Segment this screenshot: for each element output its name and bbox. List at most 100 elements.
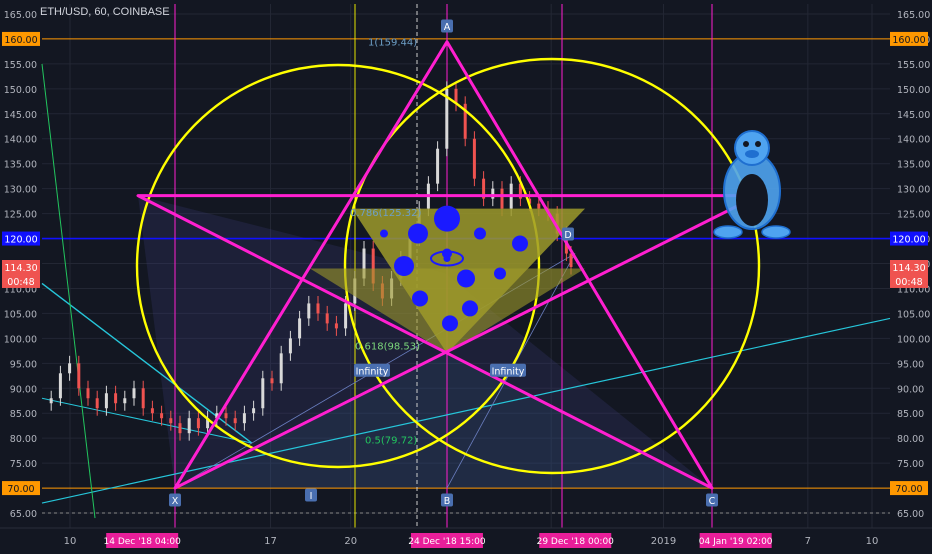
fib-label: 0.618(98.53) bbox=[355, 342, 420, 353]
candle-body bbox=[344, 303, 348, 329]
penguin-icon bbox=[755, 141, 761, 147]
candle-body bbox=[307, 303, 311, 319]
y-tick-label-left: 105.00 bbox=[4, 309, 37, 320]
y-tick-label-right: 130.00 bbox=[897, 185, 930, 196]
date-tag: 14 Dec '18 04:00 bbox=[104, 537, 182, 547]
point-label: C bbox=[709, 496, 716, 507]
fib-label: 1(159.44) bbox=[368, 38, 417, 49]
eye-dot bbox=[408, 223, 428, 244]
penguin-icon bbox=[743, 141, 749, 147]
candle-body bbox=[233, 418, 237, 424]
y-tick-label-left: 100.00 bbox=[4, 334, 37, 345]
penguin-icon bbox=[761, 225, 791, 239]
date-tag: 04 Jan '19 02:00 bbox=[699, 537, 773, 547]
y-tick-label-right: 150.00 bbox=[897, 85, 930, 96]
price-tag: 114.30 bbox=[892, 263, 925, 274]
price-tag: 114.30 bbox=[4, 263, 37, 274]
candle-body bbox=[49, 398, 53, 404]
price-tag: 160.00 bbox=[4, 35, 37, 46]
eye-dot bbox=[380, 229, 388, 238]
candle-body bbox=[95, 398, 99, 409]
y-tick-label-left: 165.00 bbox=[4, 10, 37, 21]
penguin-icon bbox=[736, 174, 768, 226]
candle-body bbox=[279, 353, 283, 384]
y-tick-label-left: 65.00 bbox=[10, 509, 37, 520]
point-label: Infinity bbox=[356, 366, 389, 377]
penguin-icon bbox=[745, 150, 759, 158]
eye-dot bbox=[512, 235, 528, 252]
y-tick-label-right: 75.00 bbox=[897, 459, 924, 470]
y-tick-label-right: 65.00 bbox=[897, 509, 924, 520]
candle-body bbox=[77, 363, 81, 389]
price-tag: 160.00 bbox=[892, 35, 925, 46]
y-tick-label-left: 150.00 bbox=[4, 85, 37, 96]
y-tick-label-right: 90.00 bbox=[897, 384, 924, 395]
y-tick-label-left: 135.00 bbox=[4, 160, 37, 171]
candle-body bbox=[298, 318, 302, 339]
eye-dot bbox=[412, 290, 428, 307]
candle-body bbox=[472, 138, 476, 179]
candle-body bbox=[224, 413, 228, 419]
candle-body bbox=[160, 413, 164, 419]
candle-body bbox=[169, 418, 173, 424]
candle-body bbox=[150, 408, 154, 414]
date-tag: 24 Dec '18 15:00 bbox=[408, 537, 486, 547]
y-tick-label-left: 75.00 bbox=[10, 459, 37, 470]
eye-dot bbox=[462, 300, 478, 317]
price-tag: 00:48 bbox=[7, 277, 34, 288]
point-label: Infinity bbox=[492, 366, 525, 377]
price-tag: 120.00 bbox=[4, 235, 37, 246]
eye-dot bbox=[394, 256, 414, 276]
y-tick-label-left: 90.00 bbox=[10, 384, 37, 395]
candle-body bbox=[68, 363, 72, 374]
candle-body bbox=[132, 388, 136, 399]
candle-body bbox=[325, 313, 329, 324]
candle-body bbox=[569, 253, 573, 267]
y-tick-label-right: 105.00 bbox=[897, 309, 930, 320]
candle-body bbox=[196, 418, 200, 429]
point-label: I bbox=[310, 491, 313, 502]
symbol-title: ETH/USD, 60, COINBASE bbox=[40, 6, 170, 18]
x-tick-label: 10 bbox=[866, 536, 879, 547]
candle-body bbox=[141, 388, 145, 409]
fib-label: 0.5(79.72) bbox=[365, 436, 417, 447]
y-tick-label-left: 155.00 bbox=[4, 60, 37, 71]
candle-body bbox=[316, 303, 320, 314]
y-tick-label-right: 155.00 bbox=[897, 60, 930, 71]
y-tick-label-left: 130.00 bbox=[4, 185, 37, 196]
candle-body bbox=[242, 413, 246, 424]
candle-body bbox=[114, 393, 118, 404]
price-tag: 70.00 bbox=[895, 484, 922, 495]
y-tick-label-right: 100.00 bbox=[897, 334, 930, 345]
candle-body bbox=[334, 323, 338, 329]
y-tick-label-left: 80.00 bbox=[10, 434, 37, 445]
y-tick-label-left: 145.00 bbox=[4, 110, 37, 121]
price-tag: 70.00 bbox=[7, 484, 34, 495]
y-tick-label-right: 85.00 bbox=[897, 409, 924, 420]
candle-body bbox=[270, 378, 274, 384]
eye-dot bbox=[434, 205, 460, 232]
candle-body bbox=[261, 378, 265, 409]
y-tick-label-right: 125.00 bbox=[897, 210, 930, 221]
x-tick-label: 20 bbox=[344, 536, 357, 547]
eye-icon bbox=[443, 255, 451, 263]
x-tick-label: 17 bbox=[264, 536, 277, 547]
eye-dot bbox=[442, 315, 458, 332]
date-tag: 29 Dec '18 00:00 bbox=[537, 537, 615, 547]
y-tick-label-left: 125.00 bbox=[4, 210, 37, 221]
penguin-icon bbox=[713, 225, 743, 239]
candle-body bbox=[123, 398, 127, 404]
price-chart: 1(159.44) 0.786(125.32) 0.618(98.53) 0.5(79… bbox=[0, 0, 932, 550]
candle-body bbox=[288, 338, 292, 354]
candle-body bbox=[436, 148, 440, 184]
x-tick-label: 2019 bbox=[651, 536, 676, 547]
candle-body bbox=[537, 203, 541, 209]
y-tick-label-right: 145.00 bbox=[897, 110, 930, 121]
point-label: B bbox=[444, 496, 451, 507]
y-tick-label-right: 95.00 bbox=[897, 359, 924, 370]
candle-body bbox=[86, 388, 90, 399]
y-tick-label-right: 80.00 bbox=[897, 434, 924, 445]
y-tick-label-right: 135.00 bbox=[897, 160, 930, 171]
point-label: X bbox=[172, 496, 179, 507]
candle-body bbox=[252, 408, 256, 414]
